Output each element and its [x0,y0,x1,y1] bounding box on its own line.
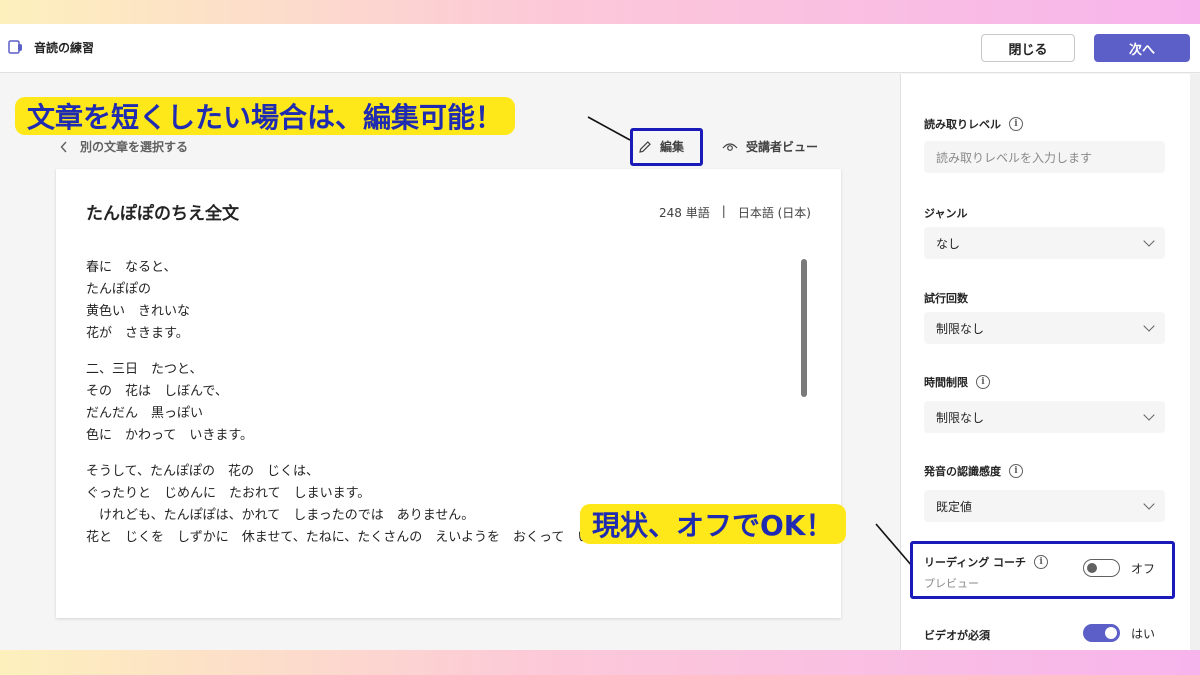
stanza: 二、三日 たつと、 その 花は しぼんで、 だんだん 黒っぽい 色に かわって … [86,359,786,447]
video-required-text: ビデオが必須 [924,629,990,642]
attempts-label: 試行回数 [924,290,968,306]
passage-line: ぐったりと じめんに たおれて しまいます。 [86,486,371,501]
video-required-state: はい [1131,627,1156,641]
passage-meta: 248 単語 | 日本語 (日本) [659,204,811,221]
next-button[interactable]: 次へ [1094,34,1190,62]
close-button[interactable]: 閉じる [981,34,1075,62]
attempts-text: 試行回数 [924,292,968,305]
toggle-knob [1105,627,1117,639]
passage-line: 春に なると、 [86,260,177,275]
reading-level-input[interactable]: 読み取りレベルを入力します [924,141,1165,173]
info-icon[interactable]: i [1009,117,1023,131]
passage-line: 二、三日 たつと、 [86,362,203,377]
top-bar: 音読の練習 閉じる 次へ [0,24,1200,73]
app-title: 音読の練習 [34,41,95,55]
edit-highlight-box [630,128,703,166]
reading-level-placeholder: 読み取りレベルを入力します [936,150,1093,165]
word-count: 248 単語 [659,206,710,220]
genre-label: ジャンル [924,205,967,221]
time-limit-value: 制限なし [936,410,985,425]
video-required-toggle[interactable] [1083,624,1120,642]
coach-callout: 現状、オフでOK！ [580,504,846,544]
pronunciation-value: 既定値 [936,499,973,514]
back-link-label: 別の文章を選択する [80,140,189,154]
passage-language: 日本語 (日本) [737,206,811,220]
chevron-down-icon [1143,320,1155,332]
select-other-passage-link[interactable]: 別の文章を選択する [60,138,188,155]
chevron-down-icon [1143,498,1155,510]
passage-card: たんぽぽのちえ全文 248 単語 | 日本語 (日本) 春に なると、 たんぽぽ… [56,169,841,618]
reading-level-text: 読み取りレベル [924,118,1001,131]
time-limit-label: 時間制限 i [924,374,990,390]
panel-scrollbar[interactable] [1190,74,1200,650]
pronunciation-text: 発音の認識感度 [924,465,1001,478]
passage-line: そうして、たんぽぽの 花の じくは、 [86,464,319,479]
passage-scrollbar[interactable] [801,259,807,397]
passage-line: 花が さきます。 [86,326,189,341]
stanza: 春に なると、 たんぽぽの 黄色い きれいな 花が さきます。 [86,257,786,345]
video-required-label: ビデオが必須 [924,627,990,643]
chevron-down-icon [1143,235,1155,247]
genre-value: なし [936,236,961,251]
chevron-left-icon [60,141,67,152]
attempts-select[interactable]: 制限なし [924,312,1165,344]
student-view-button[interactable]: 受講者ビュー [722,138,818,155]
meta-separator: | [721,204,726,218]
eye-icon [722,142,738,151]
chevron-down-icon [1143,409,1155,421]
passage-title: たんぽぽのちえ全文 [86,204,239,224]
genre-text: ジャンル [924,207,968,220]
genre-select[interactable]: なし [924,227,1165,259]
passage-line: 黄色い きれいな [86,304,191,319]
pronunciation-label: 発音の認識感度 i [924,463,1023,479]
time-limit-text: 時間制限 [924,376,968,389]
passage-line: だんだん 黒っぽい [86,406,204,421]
passage-line: 色に かわって いきます。 [86,428,254,443]
info-icon[interactable]: i [976,375,990,389]
reading-progress-icon [8,40,22,54]
time-limit-select[interactable]: 制限なし [924,401,1165,433]
attempts-value: 制限なし [936,321,985,336]
passage-line: たんぽぽの [86,282,152,297]
main-content: 別の文章を選択する 編集 受講者ビュー たんぽぽのちえ全文 248 単語 | 日… [0,74,900,650]
reading-level-label: 読み取りレベル i [924,116,1023,132]
edit-callout: 文章を短くしたい場合は、編集可能！ [15,97,516,135]
passage-line: その 花は しぼんで、 [86,384,228,399]
info-icon[interactable]: i [1009,464,1023,478]
coach-highlight-box [910,541,1175,599]
pronunciation-select[interactable]: 既定値 [924,490,1165,522]
student-view-label: 受講者ビュー [746,140,819,154]
